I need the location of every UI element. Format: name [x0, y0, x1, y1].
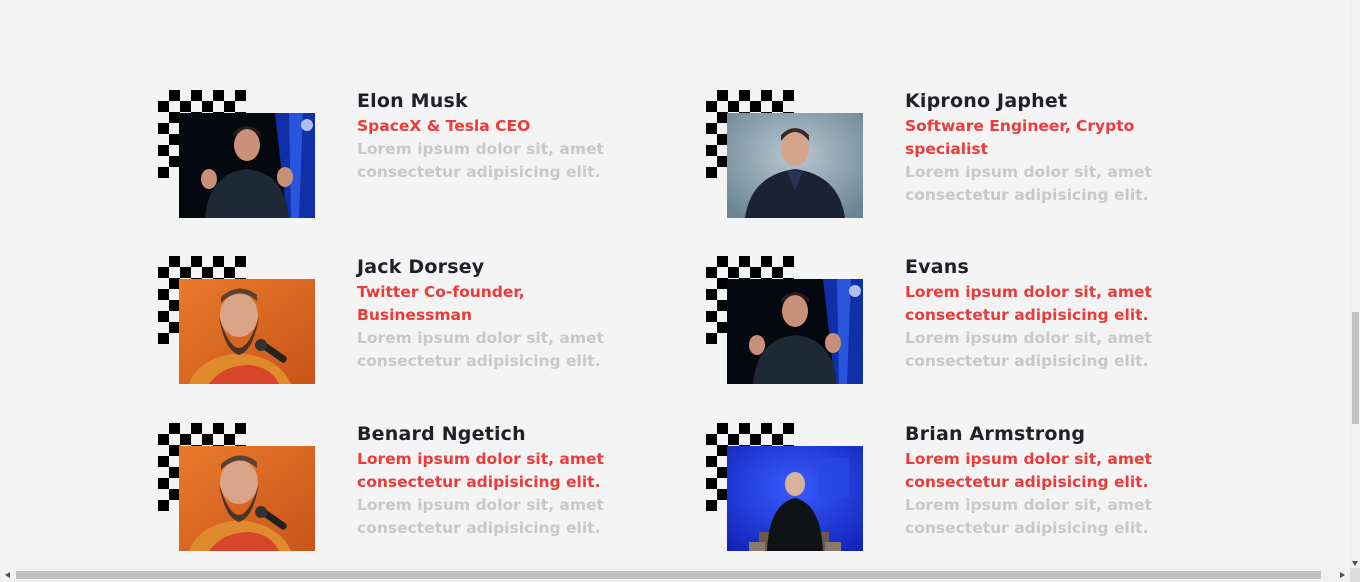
- vertical-scroll-thumb[interactable]: [1352, 312, 1359, 424]
- member-name: Benard Ngetich: [357, 423, 526, 445]
- team-card: Kiprono Japhet Software Engineer, Crypto…: [706, 90, 1226, 230]
- scrollbar-corner: [1350, 568, 1360, 582]
- member-photo: [727, 279, 863, 384]
- member-name: Elon Musk: [357, 90, 468, 112]
- member-photo: [727, 113, 863, 218]
- member-role: Software Engineer, Crypto specialist Lor…: [905, 115, 1180, 207]
- member-photo: [179, 446, 315, 551]
- member-role: Lorem ipsum dolor sit, amet consectetur …: [357, 448, 632, 540]
- member-description: Lorem ipsum dolor sit, amet consectetur …: [905, 163, 1152, 204]
- member-role: SpaceX & Tesla CEO Lorem ipsum dolor sit…: [357, 115, 632, 184]
- team-card: Elon Musk SpaceX & Tesla CEO Lorem ipsum…: [158, 90, 678, 230]
- team-card: Brian Armstrong Lorem ipsum dolor sit, a…: [706, 423, 1226, 563]
- member-name: Evans: [905, 256, 970, 278]
- member-description: Lorem ipsum dolor sit, amet consectetur …: [357, 496, 604, 537]
- member-name: Kiprono Japhet: [905, 90, 1068, 112]
- member-role: Lorem ipsum dolor sit, amet consectetur …: [905, 448, 1180, 540]
- scroll-right-arrow-icon[interactable]: [1340, 572, 1345, 578]
- member-name: Jack Dorsey: [357, 256, 485, 278]
- member-description: Lorem ipsum dolor sit, amet consectetur …: [905, 496, 1152, 537]
- horizontal-scrollbar[interactable]: [0, 568, 1350, 582]
- member-description: Lorem ipsum dolor sit, amet consectetur …: [905, 329, 1152, 370]
- member-description: Lorem ipsum dolor sit, amet consectetur …: [357, 329, 604, 370]
- vertical-scrollbar[interactable]: [1350, 0, 1360, 568]
- team-card: Benard Ngetich Lorem ipsum dolor sit, am…: [158, 423, 678, 563]
- team-card: Jack Dorsey Twitter Co-founder, Business…: [158, 256, 678, 396]
- member-role: Twitter Co-founder, Businessman Lorem ip…: [357, 281, 632, 373]
- member-photo: [179, 279, 315, 384]
- member-description: Lorem ipsum dolor sit, amet consectetur …: [357, 140, 604, 181]
- horizontal-scroll-thumb[interactable]: [16, 571, 1321, 579]
- scroll-left-arrow-icon[interactable]: [5, 572, 10, 578]
- member-role: Lorem ipsum dolor sit, amet consectetur …: [905, 281, 1180, 373]
- team-card: Evans Lorem ipsum dolor sit, amet consec…: [706, 256, 1226, 396]
- team-section: Elon Musk SpaceX & Tesla CEO Lorem ipsum…: [0, 0, 1350, 568]
- member-name: Brian Armstrong: [905, 423, 1086, 445]
- member-photo: [179, 113, 315, 218]
- member-photo: [727, 446, 863, 551]
- scroll-down-arrow-icon[interactable]: [1352, 561, 1358, 566]
